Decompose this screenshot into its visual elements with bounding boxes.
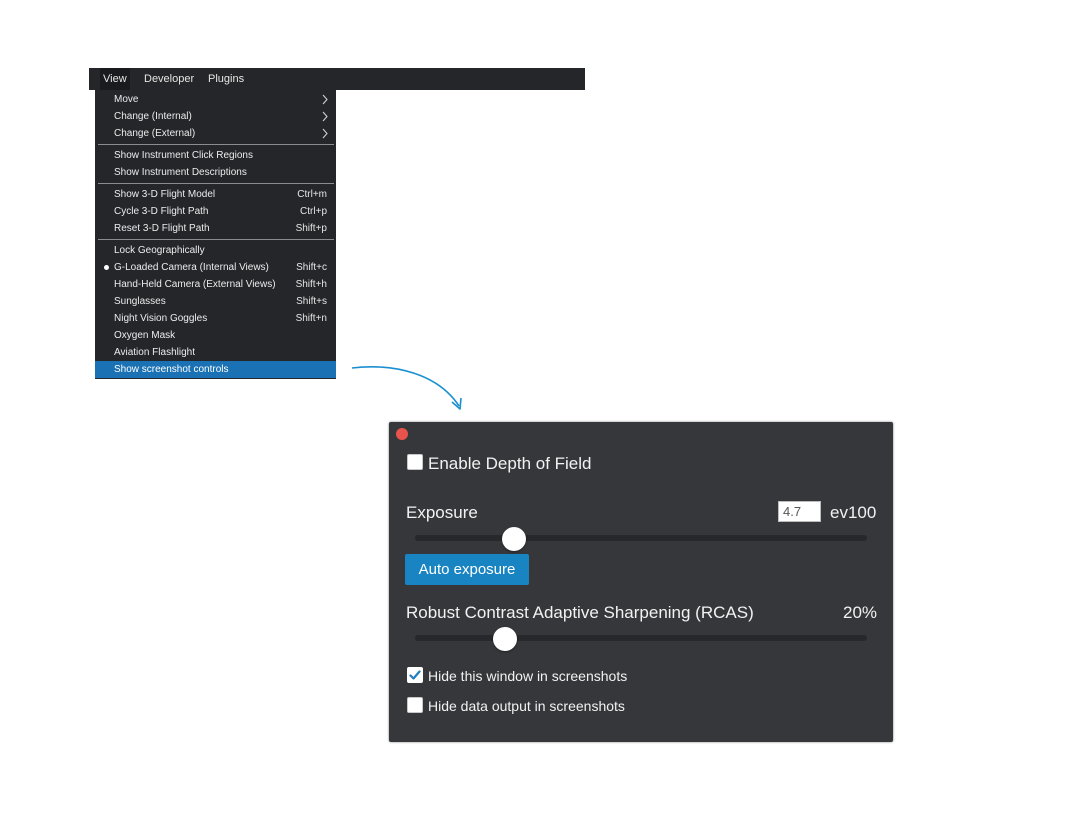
menu-separator (98, 183, 334, 184)
menu-item[interactable]: Night Vision Goggles Shift+n (95, 310, 336, 327)
menu-separator (98, 144, 334, 145)
menu-item-label: Lock Geographically (114, 245, 205, 256)
menu-item[interactable]: Move (95, 91, 336, 108)
menu-item[interactable]: Lock Geographically (95, 242, 336, 259)
curved-arrow-icon (351, 366, 462, 410)
menu-plugins[interactable]: Plugins (205, 68, 247, 90)
menu-item[interactable]: Sunglasses Shift+s (95, 293, 336, 310)
menu-item-label: Show Instrument Descriptions (114, 167, 247, 178)
exposure-label: Exposure (406, 503, 478, 522)
rcas-slider-track[interactable] (415, 635, 867, 641)
chevron-right-icon (322, 128, 328, 139)
menu-item-label: Aviation Flashlight (114, 347, 195, 358)
exposure-value-input[interactable]: 4.7 (778, 501, 821, 522)
menu-item-label: Hand-Held Camera (External Views) (114, 279, 276, 290)
menu-item-shortcut: Shift+p (295, 223, 327, 234)
checkmark-icon (409, 670, 421, 680)
menu-developer[interactable]: Developer (141, 68, 197, 90)
hide-data-label: Hide data output in screenshots (428, 698, 625, 714)
menu-item-label: Move (114, 94, 139, 105)
menu-item-shortcut: Shift+h (295, 279, 327, 290)
hide-window-label: Hide this window in screenshots (428, 668, 628, 684)
menu-item-label: Cycle 3-D Flight Path (114, 206, 209, 217)
menu-item-shortcut: Ctrl+p (300, 206, 327, 217)
menu-item-label: Show screenshot controls (114, 364, 229, 375)
chevron-right-icon (322, 94, 328, 105)
menu-item[interactable]: Show 3-D Flight Model Ctrl+m (95, 186, 336, 203)
hide-window-checkbox[interactable] (407, 667, 423, 683)
exposure-slider-track[interactable] (415, 535, 867, 541)
menu-item-label: G-Loaded Camera (Internal Views) (114, 262, 269, 273)
menu-item[interactable]: Show screenshot controls (95, 361, 336, 378)
menu-item-label: Change (Internal) (114, 111, 192, 122)
rcas-value: 20% (843, 603, 878, 622)
menu-item[interactable]: Change (External) (95, 125, 336, 142)
menu-item[interactable]: G-Loaded Camera (Internal Views) Shift+c (95, 259, 336, 276)
menu-item[interactable]: Hand-Held Camera (External Views) Shift+h (95, 276, 336, 293)
menu-item-label: Night Vision Goggles (114, 313, 208, 324)
depth-of-field-checkbox[interactable] (407, 454, 423, 470)
view-dropdown-menu: Move Change (Internal) Change (External) Sh… (95, 90, 336, 379)
screenshot-controls-panel: Enable Depth of Field Exposure 4.7 ev100… (389, 422, 893, 742)
menu-item-label: Sunglasses (114, 296, 166, 307)
rcas-label: Robust Contrast Adaptive Sharpening (RCA… (406, 603, 754, 622)
menu-item[interactable]: Change (Internal) (95, 108, 336, 125)
menu-item[interactable]: Aviation Flashlight (95, 344, 336, 361)
menu-item[interactable]: Cycle 3-D Flight Path Ctrl+p (95, 203, 336, 220)
menu-item-label: Reset 3-D Flight Path (114, 223, 210, 234)
menu-bar: View Developer Plugins (89, 68, 585, 90)
menu-item-label: Change (External) (114, 128, 196, 139)
auto-exposure-button[interactable]: Auto exposure (405, 554, 529, 585)
menu-item-label: Show 3-D Flight Model (114, 189, 216, 200)
menu-item-shortcut: Shift+s (296, 296, 327, 307)
menu-item-label: Oxygen Mask (114, 330, 176, 341)
menu-item-shortcut: Ctrl+m (297, 189, 327, 200)
menu-item-label: Show Instrument Click Regions (114, 150, 253, 161)
rcas-slider-thumb[interactable] (493, 627, 518, 651)
menu-item-shortcut: Shift+n (295, 313, 327, 324)
menu-item[interactable]: Show Instrument Descriptions (95, 164, 336, 181)
menu-separator (98, 239, 334, 240)
close-icon[interactable] (396, 428, 408, 440)
hide-data-checkbox[interactable] (407, 697, 423, 713)
menu-item[interactable]: Reset 3-D Flight Path Shift+p (95, 220, 336, 237)
exposure-unit: ev100 (830, 503, 877, 522)
depth-of-field-label: Enable Depth of Field (428, 454, 592, 473)
menu-item-shortcut: Shift+c (296, 262, 327, 273)
menu-item[interactable]: Show Instrument Click Regions (95, 147, 336, 164)
chevron-right-icon (322, 111, 328, 122)
selected-bullet-icon (104, 265, 109, 270)
menu-item[interactable]: Oxygen Mask (95, 327, 336, 344)
menu-view[interactable]: View (100, 68, 130, 90)
exposure-slider-thumb[interactable] (502, 527, 527, 551)
